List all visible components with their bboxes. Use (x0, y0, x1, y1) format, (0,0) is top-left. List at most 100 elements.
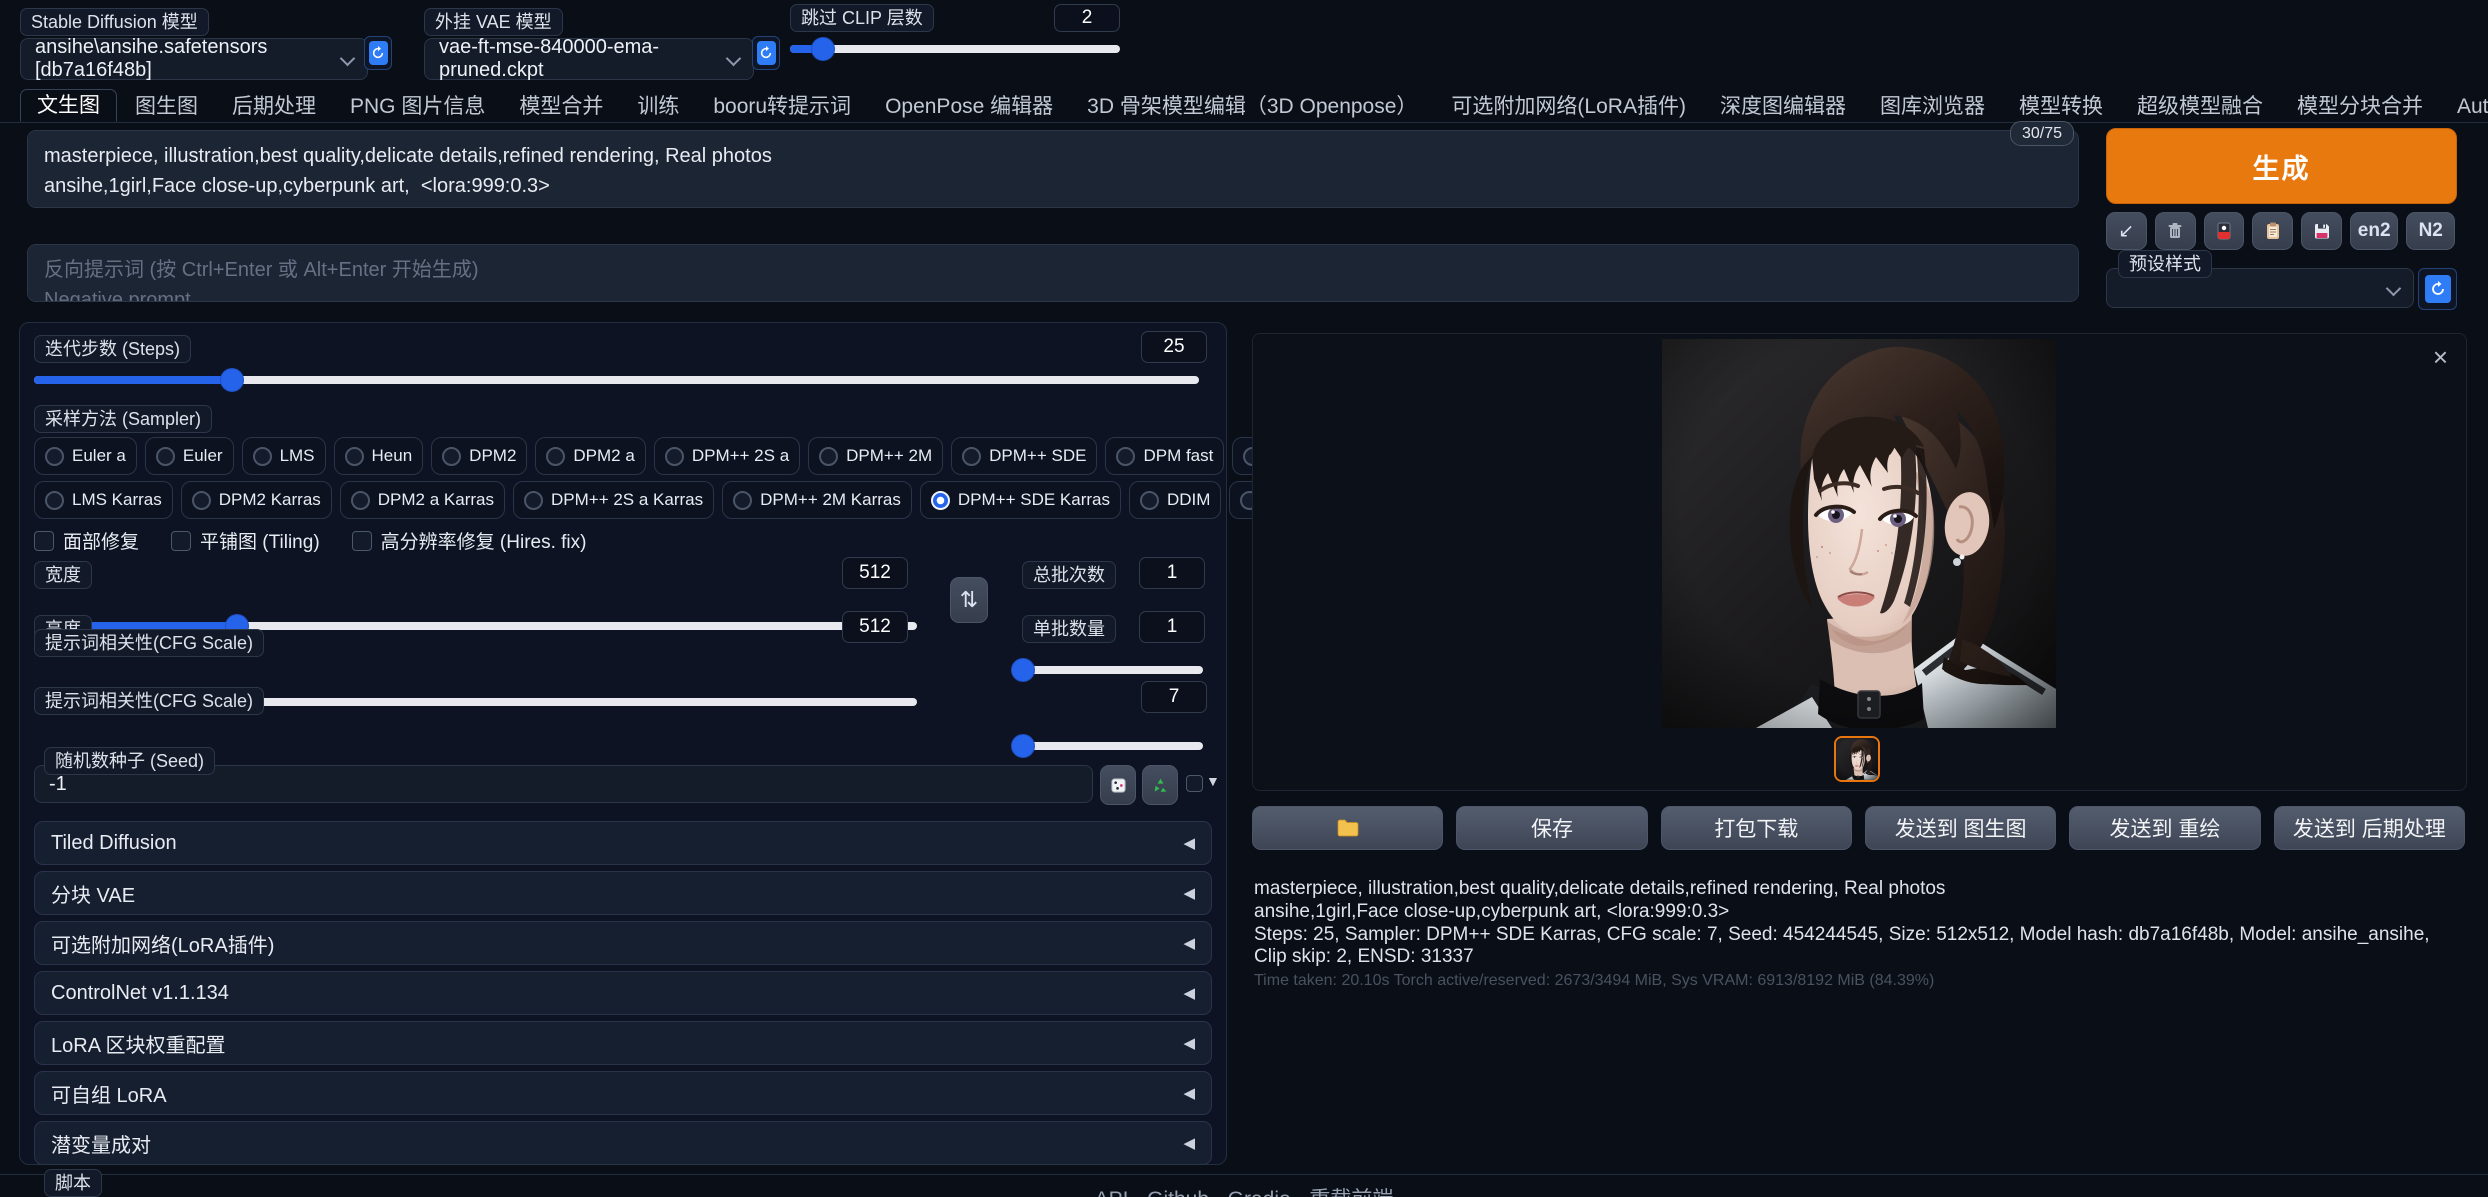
sampler-option[interactable]: DPM++ 2S a (654, 437, 800, 475)
postprocess-checkboxes: 面部修复 平铺图 (Tiling) 高分辨率修复 (Hires. fix) (34, 527, 586, 554)
vae-model-label: 外挂 VAE 模型 (424, 8, 563, 36)
sampler-option[interactable]: Euler (145, 437, 234, 475)
tab-block-merge[interactable]: 模型分块合并 (2281, 91, 2439, 122)
sampler-option[interactable]: DPM2 (431, 437, 527, 475)
sampler-option[interactable]: LMS (242, 437, 326, 475)
collapse-arrow-icon: ◀ (1183, 934, 1195, 952)
accordion-tiled-vae[interactable]: 分块 VAE◀ (34, 871, 1212, 915)
tab-additional-networks[interactable]: 可选附加网络(LoRA插件) (1435, 91, 1702, 122)
generate-button[interactable]: 生成 (2106, 128, 2457, 204)
random-seed-button[interactable] (1100, 765, 1136, 805)
sd-model-refresh-button[interactable] (364, 36, 392, 70)
save-style-button[interactable] (2301, 212, 2342, 250)
steps-slider[interactable] (34, 369, 1199, 391)
tab-checkpoint-merger[interactable]: 模型合并 (503, 91, 619, 122)
tab-auto-translate[interactable]: Auto Translate (2441, 91, 2488, 122)
clip-skip-slider[interactable] (790, 38, 1120, 60)
open-folder-button[interactable] (1252, 806, 1443, 850)
n2-button[interactable]: N2 (2406, 212, 2455, 250)
restore-faces-checkbox[interactable]: 面部修复 (34, 527, 139, 554)
sampler-option[interactable]: Euler a (34, 437, 137, 475)
steps-label: 迭代步数 (Steps) (34, 335, 191, 363)
sampler-option[interactable]: DPM2 a Karras (340, 481, 505, 519)
info-time-line: Time taken: 20.10s Torch active/reserved… (1254, 972, 2458, 990)
send-to-img2img-button[interactable]: 发送到 图生图 (1865, 806, 2056, 850)
sampler-option[interactable]: DDIM (1129, 481, 1221, 519)
accordion-controlnet[interactable]: ControlNet v1.1.134◀ (34, 971, 1212, 1015)
collapse-arrow-icon: ◀ (1183, 1134, 1195, 1152)
vae-model-dropdown[interactable]: vae-ft-mse-840000-ema-pruned.ckpt (424, 38, 754, 80)
tab-txt2img[interactable]: 文生图 (20, 89, 117, 122)
restore-last-prompt-button[interactable]: ↙ (2106, 212, 2147, 250)
tab-image-browser[interactable]: 图库浏览器 (1864, 91, 2001, 122)
batch-count-value[interactable]: 1 (1139, 557, 1205, 589)
sampler-option[interactable]: DPM++ 2M (808, 437, 943, 475)
radio-icon (345, 447, 364, 466)
tab-img2img[interactable]: 图生图 (119, 91, 214, 122)
save-button[interactable]: 保存 (1456, 806, 1647, 850)
sampler-option[interactable]: DPM2 Karras (181, 481, 332, 519)
radio-icon (1140, 491, 1159, 510)
accordion-tiled-diffusion[interactable]: Tiled Diffusion◀ (34, 821, 1212, 865)
width-value[interactable]: 512 (842, 557, 908, 589)
prompt-input[interactable]: masterpiece, illustration,best quality,d… (27, 130, 2079, 208)
accordion-latent-couple[interactable]: 潜变量成对◀ (34, 1121, 1212, 1165)
height-value[interactable]: 512 (842, 611, 908, 643)
radio-icon (351, 491, 370, 510)
footer-links[interactable]: API · Github · Gradio · 重载前端 (0, 1183, 2488, 1197)
vae-refresh-button[interactable] (752, 36, 780, 70)
clear-prompt-button[interactable] (2155, 212, 2196, 250)
sampler-option[interactable]: LMS Karras (34, 481, 173, 519)
en2-button[interactable]: en2 (2350, 212, 2399, 250)
batch-size-value[interactable]: 1 (1139, 611, 1205, 643)
reuse-seed-button[interactable] (1142, 765, 1178, 805)
accordion-lora-block-weight[interactable]: LoRA 区块权重配置◀ (34, 1021, 1212, 1065)
tab-png-info[interactable]: PNG 图片信息 (334, 91, 501, 122)
sampler-option[interactable]: DPM++ 2M Karras (722, 481, 912, 519)
radio-icon (665, 447, 684, 466)
sampler-option-selected[interactable]: DPM++ SDE Karras (920, 481, 1121, 519)
accordion-composable-lora[interactable]: 可自组 LoRA◀ (34, 1071, 1212, 1115)
cfg-scale-value[interactable]: 7 (1141, 681, 1207, 713)
steps-value[interactable]: 25 (1141, 331, 1207, 363)
close-gallery-icon[interactable]: × (2433, 344, 2448, 370)
preset-styles-refresh-button[interactable] (2418, 268, 2457, 310)
batch-count-slider[interactable] (1017, 659, 1203, 681)
paste-style-button[interactable] (2252, 212, 2293, 250)
sampler-option[interactable]: Heun (334, 437, 424, 475)
generated-image[interactable] (1662, 339, 2056, 728)
settings-panel: 迭代步数 (Steps) 25 采样方法 (Sampler) Euler a E… (19, 322, 1227, 1165)
extra-networks-button[interactable] (2204, 212, 2245, 250)
tab-model-converter[interactable]: 模型转换 (2003, 91, 2119, 122)
radio-icon (45, 491, 64, 510)
tab-depth-editor[interactable]: 深度图编辑器 (1704, 91, 1862, 122)
thumbnail-selected[interactable] (1834, 736, 1880, 782)
vae-model-group: 外挂 VAE 模型 vae-ft-mse-840000-ema-pruned.c… (424, 8, 754, 80)
chevron-down-icon (2386, 281, 2402, 297)
tab-3d-openpose[interactable]: 3D 骨架模型编辑（3D Openpose） (1071, 91, 1433, 122)
info-params-line: Steps: 25, Sampler: DPM++ SDE Karras, CF… (1254, 924, 2458, 968)
tiling-checkbox[interactable]: 平铺图 (Tiling) (171, 527, 320, 554)
swap-width-height-button[interactable]: ⇅ (950, 577, 988, 623)
sampler-option[interactable]: DPM++ SDE (951, 437, 1097, 475)
tab-booru[interactable]: booru转提示词 (697, 91, 867, 122)
sampler-option[interactable]: DPM++ 2S a Karras (513, 481, 714, 519)
send-to-extras-button[interactable]: 发送到 后期处理 (2274, 806, 2465, 850)
zip-download-button[interactable]: 打包下载 (1661, 806, 1852, 850)
extra-seed-checkbox[interactable] (1186, 775, 1203, 792)
sampler-option[interactable]: DPM2 a (535, 437, 645, 475)
hires-fix-checkbox[interactable]: 高分辨率修复 (Hires. fix) (352, 527, 587, 554)
seed-expand-triangle-icon[interactable]: ▼ (1206, 773, 1220, 789)
sd-model-dropdown[interactable]: ansihe\ansihe.safetensors [db7a16f48b] (20, 38, 368, 80)
image-card-icon (2214, 221, 2234, 241)
negative-prompt-input[interactable] (27, 244, 2079, 302)
batch-size-slider[interactable] (1017, 735, 1203, 757)
sampler-option[interactable]: DPM fast (1105, 437, 1224, 475)
clip-skip-value[interactable]: 2 (1054, 4, 1120, 32)
send-to-inpaint-button[interactable]: 发送到 重绘 (2069, 806, 2260, 850)
accordion-additional-networks[interactable]: 可选附加网络(LoRA插件)◀ (34, 921, 1212, 965)
tab-extras[interactable]: 后期处理 (216, 91, 332, 122)
tab-openpose-editor[interactable]: OpenPose 编辑器 (869, 91, 1069, 122)
tab-train[interactable]: 训练 (621, 91, 695, 122)
tab-super-merger[interactable]: 超级模型融合 (2121, 91, 2279, 122)
